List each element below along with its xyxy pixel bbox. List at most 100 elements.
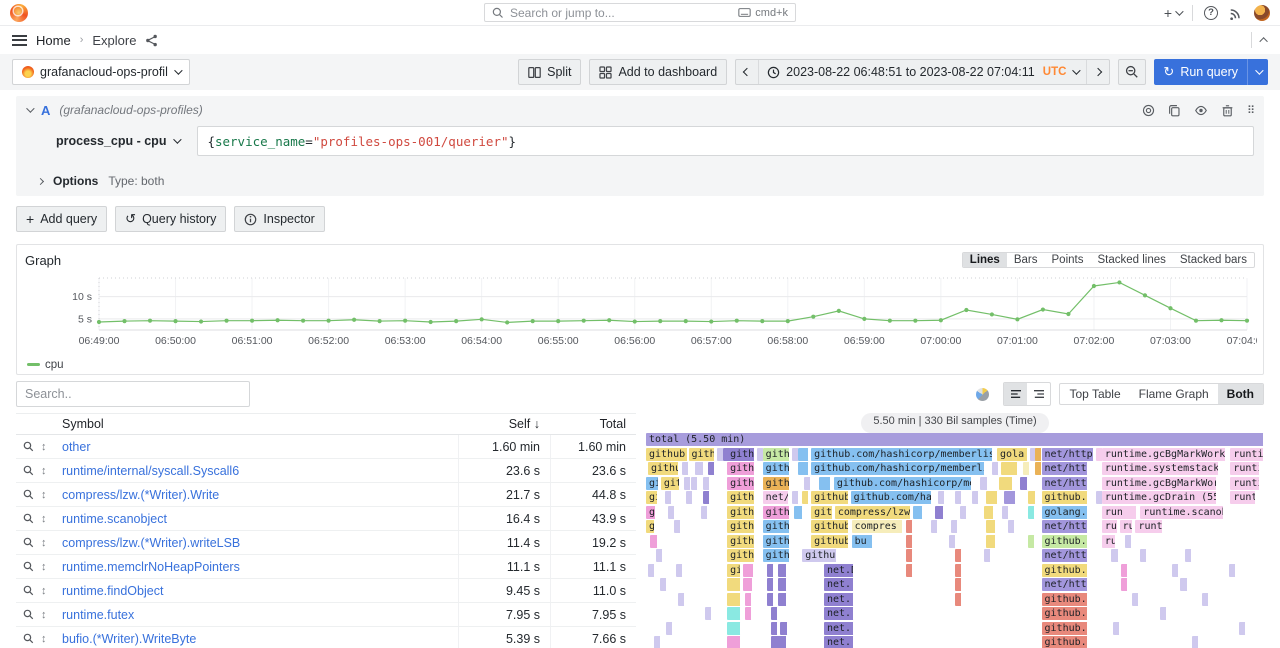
series-point[interactable] (1015, 317, 1019, 321)
flame-node[interactable] (701, 506, 708, 519)
flame-node[interactable]: git (646, 491, 658, 504)
flame-node[interactable] (906, 564, 913, 577)
sandwich-icon[interactable]: ↕ (41, 561, 47, 573)
flame-node[interactable]: gola (997, 448, 1028, 461)
flame-node[interactable] (780, 622, 788, 635)
flame-node[interactable] (778, 578, 787, 591)
flame-node[interactable]: total (5.50 min) (646, 433, 1264, 446)
flame-node[interactable]: runt (1135, 520, 1163, 533)
series-point[interactable] (913, 319, 917, 323)
flame-node[interactable]: github.com/g (1042, 636, 1088, 648)
series-point[interactable] (531, 319, 535, 323)
flame-node[interactable] (938, 491, 945, 504)
series-point[interactable] (480, 317, 484, 321)
flame-node[interactable]: github.c (811, 520, 849, 533)
flame-node[interactable]: githu (763, 462, 791, 475)
flame-node[interactable] (1125, 535, 1132, 548)
series-point[interactable] (684, 319, 688, 323)
new-menu-button[interactable]: + (1164, 5, 1181, 21)
view-top-table[interactable]: Top Table (1060, 384, 1129, 404)
flame-node[interactable] (1004, 491, 1016, 504)
flame-node[interactable]: github.com/g (1042, 564, 1088, 577)
series-point[interactable] (1245, 319, 1249, 323)
series-point[interactable] (454, 319, 458, 323)
series-point[interactable] (786, 319, 790, 323)
flame-node[interactable] (1180, 578, 1188, 591)
collapse-query-button[interactable] (26, 107, 32, 113)
flame-node[interactable] (999, 477, 1013, 490)
flame-node[interactable]: githu (727, 506, 755, 519)
split-button[interactable]: Split (518, 59, 581, 85)
flame-node[interactable] (686, 491, 693, 504)
flame-node[interactable] (727, 578, 741, 591)
flame-node[interactable] (986, 520, 996, 533)
series-point[interactable] (862, 317, 866, 321)
flame-node[interactable]: net.(* (824, 578, 854, 591)
flame-node[interactable]: githu (727, 535, 755, 548)
flame-node[interactable] (767, 564, 774, 577)
symbol-link[interactable]: runtime.findObject (62, 584, 458, 598)
flame-node[interactable] (703, 477, 710, 490)
flame-node[interactable] (794, 506, 803, 519)
flame-node[interactable] (935, 506, 944, 519)
grafana-logo[interactable] (10, 4, 28, 22)
series-point[interactable] (556, 319, 560, 323)
column-self[interactable]: Self ↓ (458, 414, 550, 434)
timeseries-chart[interactable]: 06:49:0006:50:0006:51:0006:52:0006:53:00… (25, 270, 1257, 354)
series-point[interactable] (1143, 293, 1147, 297)
flame-node[interactable]: githu (763, 520, 791, 533)
flame-node[interactable]: githu (727, 477, 755, 490)
flame-node[interactable]: net/http.Han (1042, 477, 1088, 490)
flame-node[interactable] (792, 491, 799, 504)
flame-node[interactable] (771, 636, 788, 648)
flame-node[interactable] (674, 520, 681, 533)
series-point[interactable] (1092, 284, 1096, 288)
share-shortcut-button[interactable] (145, 34, 158, 47)
column-total[interactable]: Total (550, 414, 636, 434)
flame-node[interactable] (745, 593, 752, 606)
symbol-link[interactable]: compress/lzw.(*Writer).writeLSB (62, 536, 458, 550)
flame-node[interactable]: runtime.gcDrain (55.5 (1102, 491, 1217, 504)
flame-node[interactable] (955, 593, 962, 606)
flame-node[interactable] (984, 506, 994, 519)
series-point[interactable] (811, 315, 815, 319)
flame-node[interactable]: github.com/f (1042, 607, 1088, 620)
flame-node[interactable] (1160, 607, 1167, 620)
flame-node[interactable]: runt (1230, 491, 1256, 504)
series-point[interactable] (505, 320, 509, 324)
graph-mode-stacked-bars[interactable]: Stacked bars (1173, 253, 1254, 267)
flame-node[interactable] (668, 506, 675, 519)
series-point[interactable] (173, 319, 177, 323)
flame-node[interactable] (1229, 564, 1236, 577)
flame-node[interactable]: githu (763, 506, 791, 519)
flame-node[interactable] (1239, 622, 1246, 635)
color-scheme-button[interactable] (969, 382, 995, 406)
flame-node[interactable]: runtime (1230, 448, 1264, 461)
flame-node[interactable] (678, 593, 685, 606)
help-button[interactable]: ? (1204, 6, 1218, 20)
flame-node[interactable] (949, 535, 956, 548)
flame-node[interactable]: github.com/f (1042, 622, 1088, 635)
flame-node[interactable]: runti (1230, 462, 1260, 475)
zoom-out-button[interactable] (1118, 59, 1146, 85)
flame-node[interactable] (931, 520, 938, 533)
flame-node[interactable] (778, 593, 787, 606)
series-point[interactable] (1219, 318, 1223, 322)
flame-node[interactable] (743, 578, 753, 591)
flame-node[interactable] (951, 520, 958, 533)
flame-node[interactable]: git (661, 477, 680, 490)
flame-node[interactable]: github.com/hashicorp/memberlist.(* (811, 448, 993, 461)
flame-node[interactable] (798, 462, 809, 475)
label-selector-input[interactable]: {service_name="profiles-ops-001/querier"… (197, 126, 1254, 156)
flame-node[interactable] (1192, 636, 1199, 648)
news-button[interactable] (1229, 6, 1243, 20)
add-query-button[interactable]: +Add query (16, 206, 107, 232)
sandwich-icon[interactable]: ↕ (41, 609, 47, 621)
series-point[interactable] (327, 319, 331, 323)
symbol-link[interactable]: compress/lzw.(*Writer).Write (62, 488, 458, 502)
search-symbol-icon[interactable] (23, 561, 34, 572)
flame-node[interactable]: net.( (824, 636, 854, 648)
flame-node[interactable] (771, 622, 779, 635)
flame-node[interactable] (771, 607, 779, 620)
flame-node[interactable]: net/http.Han (1042, 549, 1088, 562)
